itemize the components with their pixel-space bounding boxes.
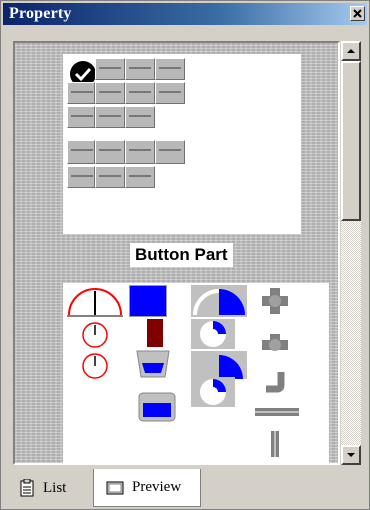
pie-meter-icon	[191, 285, 247, 317]
tank-icon	[136, 350, 170, 378]
pie-meter-icon	[191, 377, 235, 407]
tab-preview[interactable]: Preview	[93, 469, 201, 507]
button-part-preview[interactable]	[63, 54, 301, 234]
button-thumb	[95, 82, 125, 104]
title-bar[interactable]: Property	[3, 3, 367, 25]
pie-meter-icon	[191, 319, 235, 349]
button-thumb	[95, 106, 125, 128]
tab-list-label: List	[43, 479, 67, 496]
button-thumb	[125, 106, 155, 128]
tab-strip: List Preview	[13, 469, 363, 509]
pipe-tee-icon	[262, 334, 288, 351]
property-window: Property Button Part List Preview	[0, 0, 370, 510]
button-thumb	[67, 106, 95, 128]
scroll-up-button[interactable]	[341, 41, 361, 61]
gauge-icon	[82, 322, 108, 348]
blue-bar-meter	[129, 285, 167, 317]
button-thumb	[125, 82, 155, 104]
pipe-cross-icon	[262, 288, 288, 314]
vertical-scrollbar[interactable]	[341, 41, 361, 465]
button-thumb	[125, 140, 155, 164]
arrow-down-icon	[347, 453, 355, 457]
button-thumb	[125, 166, 155, 188]
close-button[interactable]	[350, 6, 365, 21]
red-bar-meter	[147, 319, 163, 347]
button-thumb	[67, 82, 95, 104]
meter-parts-preview[interactable]	[63, 283, 329, 463]
part-caption: Button Part	[130, 243, 233, 267]
arrow-up-icon	[347, 49, 355, 53]
button-thumb	[67, 140, 95, 164]
button-thumb	[155, 58, 185, 80]
button-thumb	[125, 58, 155, 80]
button-thumb	[95, 140, 125, 164]
tab-preview-label: Preview	[132, 479, 182, 495]
gauge-icon	[67, 288, 123, 317]
list-icon	[20, 479, 34, 497]
preview-area: Button Part	[13, 41, 340, 465]
gauge-icon	[82, 353, 108, 379]
scroll-thumb[interactable]	[341, 61, 361, 221]
close-icon	[353, 9, 362, 18]
scroll-down-button[interactable]	[341, 445, 361, 465]
pipe-vertical-icon	[271, 431, 279, 457]
pipe-horizontal-icon	[255, 408, 299, 416]
button-thumb	[67, 166, 95, 188]
button-thumb	[155, 140, 185, 164]
window-title: Property	[9, 5, 72, 22]
pie-meter-icon	[191, 351, 247, 379]
tab-list[interactable]: List	[19, 473, 95, 503]
button-thumb	[155, 82, 185, 104]
tank-icon	[138, 392, 176, 422]
pipe-elbow-icon	[266, 372, 285, 393]
button-thumb	[95, 58, 125, 80]
button-thumb	[95, 166, 125, 188]
preview-icon	[106, 481, 124, 494]
